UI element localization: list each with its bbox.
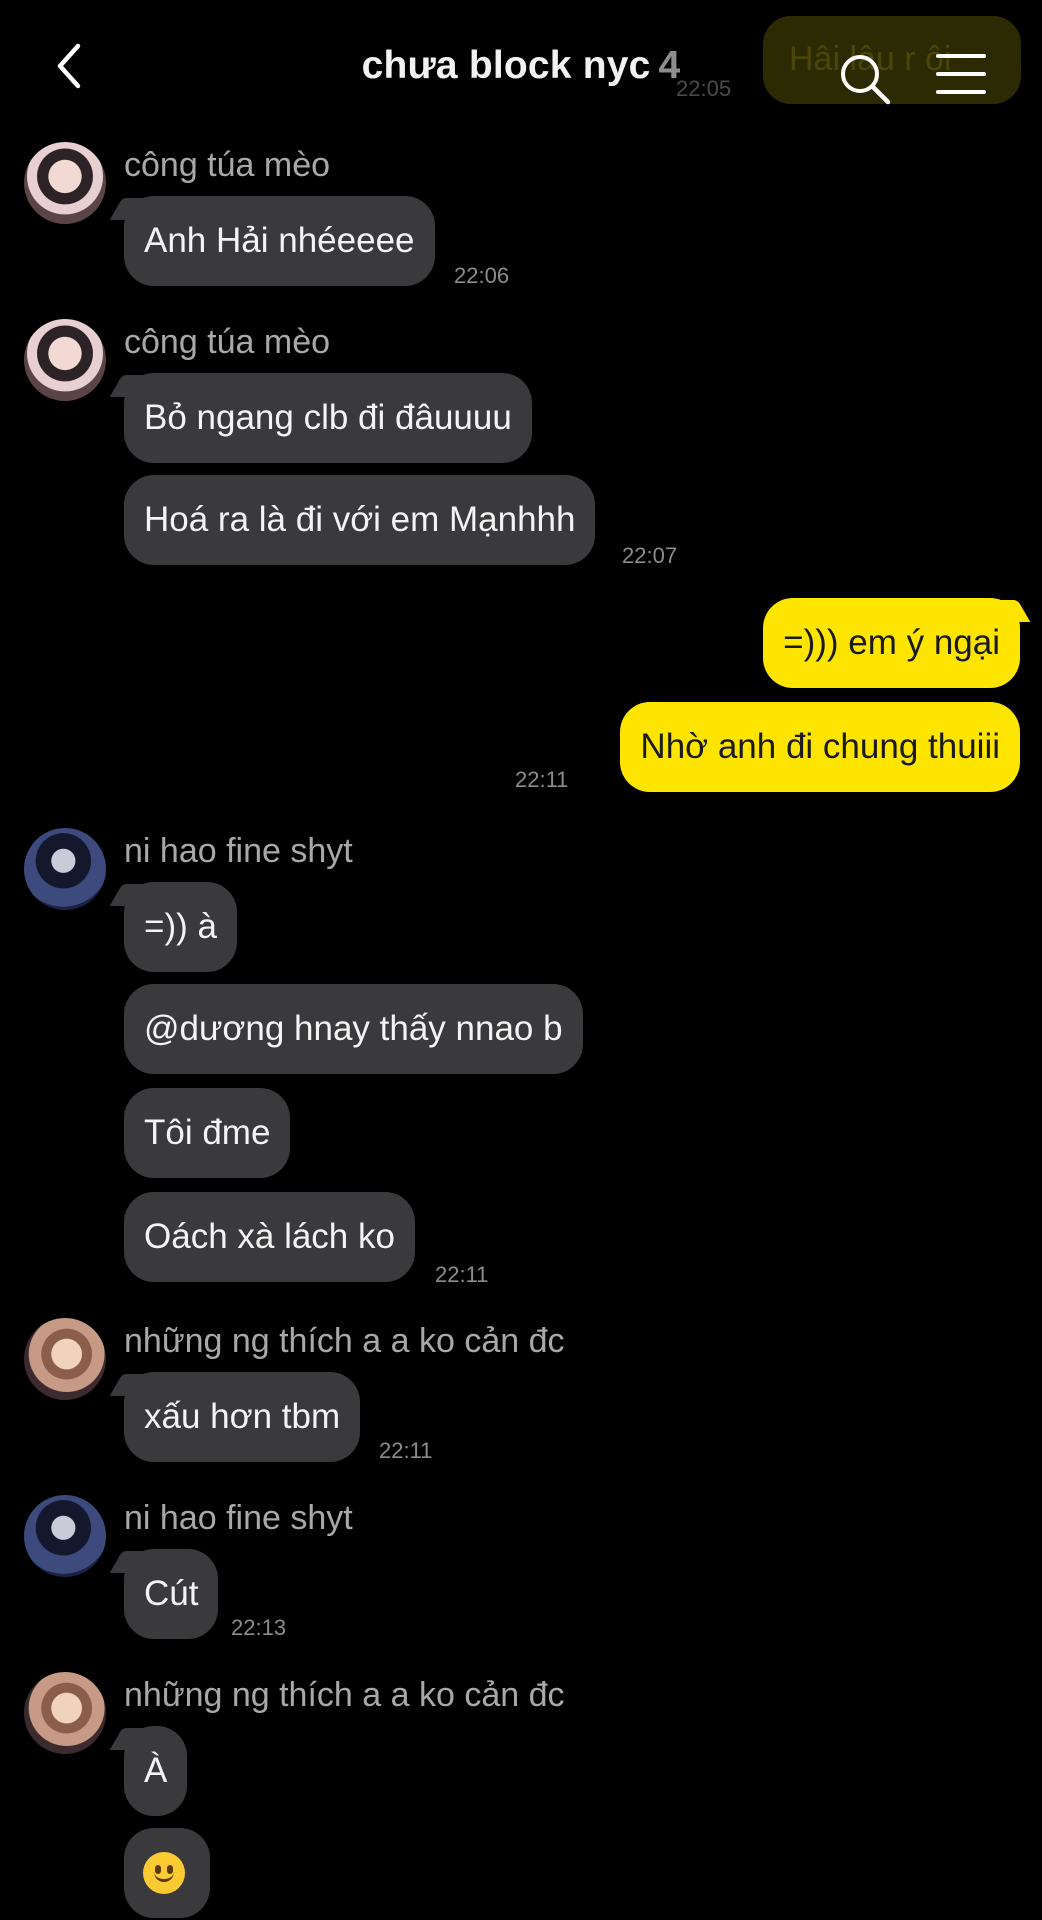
message-bubble[interactable]: Hoá ra là đi với em Mạnhhh xyxy=(124,475,596,565)
message-bubble[interactable]: =))) em ý ngại xyxy=(763,598,1020,688)
search-icon xyxy=(841,55,891,105)
menu-button[interactable] xyxy=(936,54,992,98)
message-bubble[interactable]: @dương hnay thấy nnao b xyxy=(124,984,583,1074)
sender-name: công túa mèo xyxy=(124,323,331,361)
message-bubble[interactable]: Tôi đme xyxy=(124,1088,291,1178)
sender-name: ni hao fine shyt xyxy=(124,832,353,870)
sender-name: ni hao fine shyt xyxy=(124,1499,353,1537)
message-time: 22:06 xyxy=(454,263,510,288)
hamburger-icon xyxy=(936,54,992,94)
message-time: 22:11 xyxy=(515,767,569,792)
message-bubble[interactable]: À xyxy=(124,1726,188,1816)
avatar[interactable] xyxy=(24,319,106,401)
message-time: 22:13 xyxy=(231,1615,287,1640)
message-bubble[interactable]: Oách xà lách ko xyxy=(124,1192,415,1282)
message-time: 22:11 xyxy=(435,1262,489,1287)
chat-header: Hâi lâu r ôi 22:05 chưa block nyc 4 xyxy=(0,0,1042,130)
sender-name: công túa mèo xyxy=(124,146,331,184)
message-bubble[interactable]: xấu hơn tbm xyxy=(124,1372,361,1462)
member-count: 4 xyxy=(658,44,681,87)
chat-title-text: chưa block nyc xyxy=(361,44,651,87)
message-bubble[interactable]: =)) à xyxy=(124,882,237,972)
message-time: 22:07 xyxy=(622,543,678,568)
message-bubble[interactable]: Bỏ ngang clb đi đâuuuu xyxy=(124,373,532,463)
avatar[interactable] xyxy=(24,828,106,910)
smiling-face-icon xyxy=(143,1852,185,1894)
message-bubble[interactable]: Anh Hải nhéeeee xyxy=(124,196,435,286)
message-bubble[interactable]: Nhờ anh đi chung thuiii xyxy=(620,702,1020,792)
sender-name: những ng thích a a ko cản đc xyxy=(124,1322,565,1360)
message-time: 22:11 xyxy=(379,1438,433,1463)
avatar[interactable] xyxy=(24,142,106,224)
avatar[interactable] xyxy=(24,1495,106,1577)
message-bubble[interactable]: Cút xyxy=(124,1549,219,1639)
sender-name: những ng thích a a ko cản đc xyxy=(124,1676,565,1714)
search-button[interactable] xyxy=(836,50,894,108)
avatar[interactable] xyxy=(24,1318,106,1400)
avatar[interactable] xyxy=(24,1672,106,1754)
